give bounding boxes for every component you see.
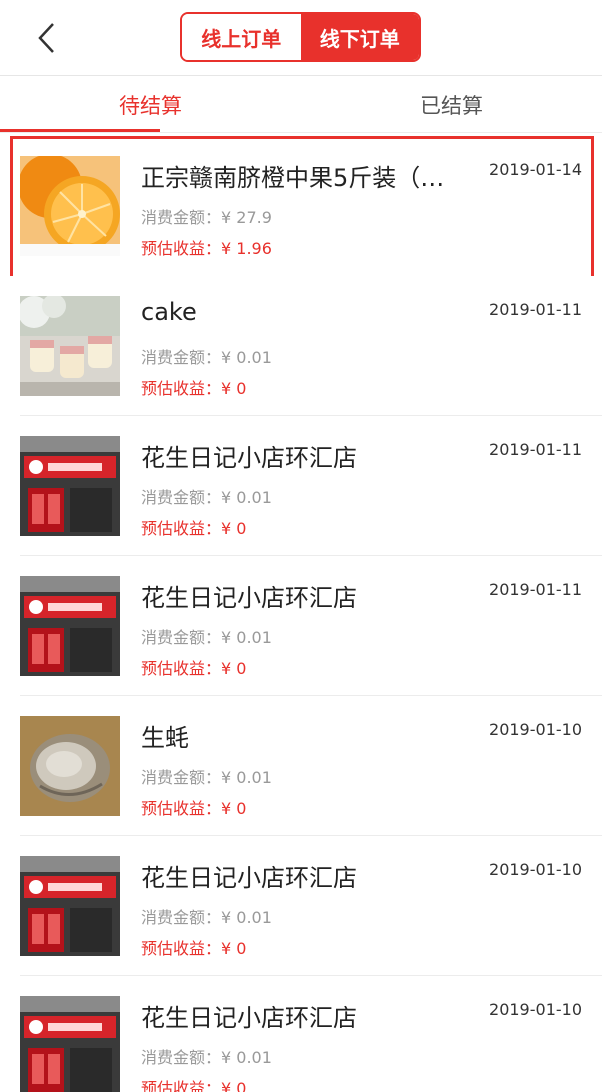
order-title: 花生日记小店环汇店 <box>141 444 357 472</box>
settlement-tabs: 待结算 已结算 <box>0 77 602 133</box>
order-estimated-earnings: 预估收益：¥ 0 <box>141 659 247 678</box>
order-type-segment: 线上订单 线下订单 <box>180 12 421 62</box>
order-row[interactable]: 花生日记小店环汇店 2019-01-10 消费金额：¥ 0.01 预估收益：¥ … <box>0 836 602 976</box>
order-amount: 消费金额：¥ 0.01 <box>141 488 272 507</box>
segment-offline-orders[interactable]: 线下订单 <box>300 14 419 60</box>
order-date: 2019-01-10 <box>489 860 582 879</box>
back-button[interactable] <box>28 18 68 58</box>
order-estimated-earnings: 预估收益：¥ 0 <box>141 1079 247 1092</box>
order-title: cake <box>141 298 197 326</box>
product-thumbnail <box>20 436 120 536</box>
segment-online-orders[interactable]: 线上订单 <box>182 14 301 60</box>
order-title: 正宗赣南脐橙中果5斤装（… <box>141 164 445 192</box>
order-row[interactable]: 正宗赣南脐橙中果5斤装（… 2019-01-14 消费金额：¥ 27.9 预估收… <box>0 136 602 282</box>
order-amount: 消费金额：¥ 0.01 <box>141 1048 272 1067</box>
active-tab-indicator <box>0 129 160 132</box>
product-thumbnail <box>20 156 120 256</box>
order-amount: 消费金额：¥ 27.9 <box>141 208 272 227</box>
order-estimated-earnings: 预估收益：¥ 0 <box>141 939 247 958</box>
top-bar: 线上订单 线下订单 <box>0 0 602 76</box>
order-date: 2019-01-10 <box>489 1000 582 1019</box>
product-thumbnail <box>20 996 120 1092</box>
order-row[interactable]: 生蚝 2019-01-10 消费金额：¥ 0.01 预估收益：¥ 0 <box>0 696 602 836</box>
order-estimated-earnings: 预估收益：¥ 0 <box>141 799 247 818</box>
order-title: 花生日记小店环汇店 <box>141 864 357 892</box>
order-amount: 消费金额：¥ 0.01 <box>141 908 272 927</box>
order-amount: 消费金额：¥ 0.01 <box>141 348 272 367</box>
order-row[interactable]: 花生日记小店环汇店 2019-01-11 消费金额：¥ 0.01 预估收益：¥ … <box>0 416 602 556</box>
product-thumbnail <box>20 576 120 676</box>
order-row[interactable]: 花生日记小店环汇店 2019-01-11 消费金额：¥ 0.01 预估收益：¥ … <box>0 556 602 696</box>
order-date: 2019-01-11 <box>489 300 582 319</box>
order-date: 2019-01-10 <box>489 720 582 739</box>
order-date: 2019-01-14 <box>489 160 582 179</box>
product-thumbnail <box>20 856 120 956</box>
order-amount: 消费金额：¥ 0.01 <box>141 628 272 647</box>
order-row[interactable]: cake 2019-01-11 消费金额：¥ 0.01 预估收益：¥ 0 <box>0 276 602 416</box>
order-title: 花生日记小店环汇店 <box>141 584 357 612</box>
chevron-left-icon <box>38 23 54 53</box>
order-date: 2019-01-11 <box>489 440 582 459</box>
order-date: 2019-01-11 <box>489 580 582 599</box>
tab-pending-settlement[interactable]: 待结算 <box>0 77 301 133</box>
order-estimated-earnings: 预估收益：¥ 0 <box>141 379 247 398</box>
order-title: 花生日记小店环汇店 <box>141 1004 357 1032</box>
order-amount: 消费金额：¥ 0.01 <box>141 768 272 787</box>
order-row[interactable]: 花生日记小店环汇店 2019-01-10 消费金额：¥ 0.01 预估收益：¥ … <box>0 976 602 1092</box>
order-title: 生蚝 <box>141 724 189 752</box>
tab-settled[interactable]: 已结算 <box>301 77 602 133</box>
order-estimated-earnings: 预估收益：¥ 0 <box>141 519 247 538</box>
product-thumbnail <box>20 296 120 396</box>
product-thumbnail <box>20 716 120 816</box>
order-estimated-earnings: 预估收益：¥ 1.96 <box>141 239 272 258</box>
